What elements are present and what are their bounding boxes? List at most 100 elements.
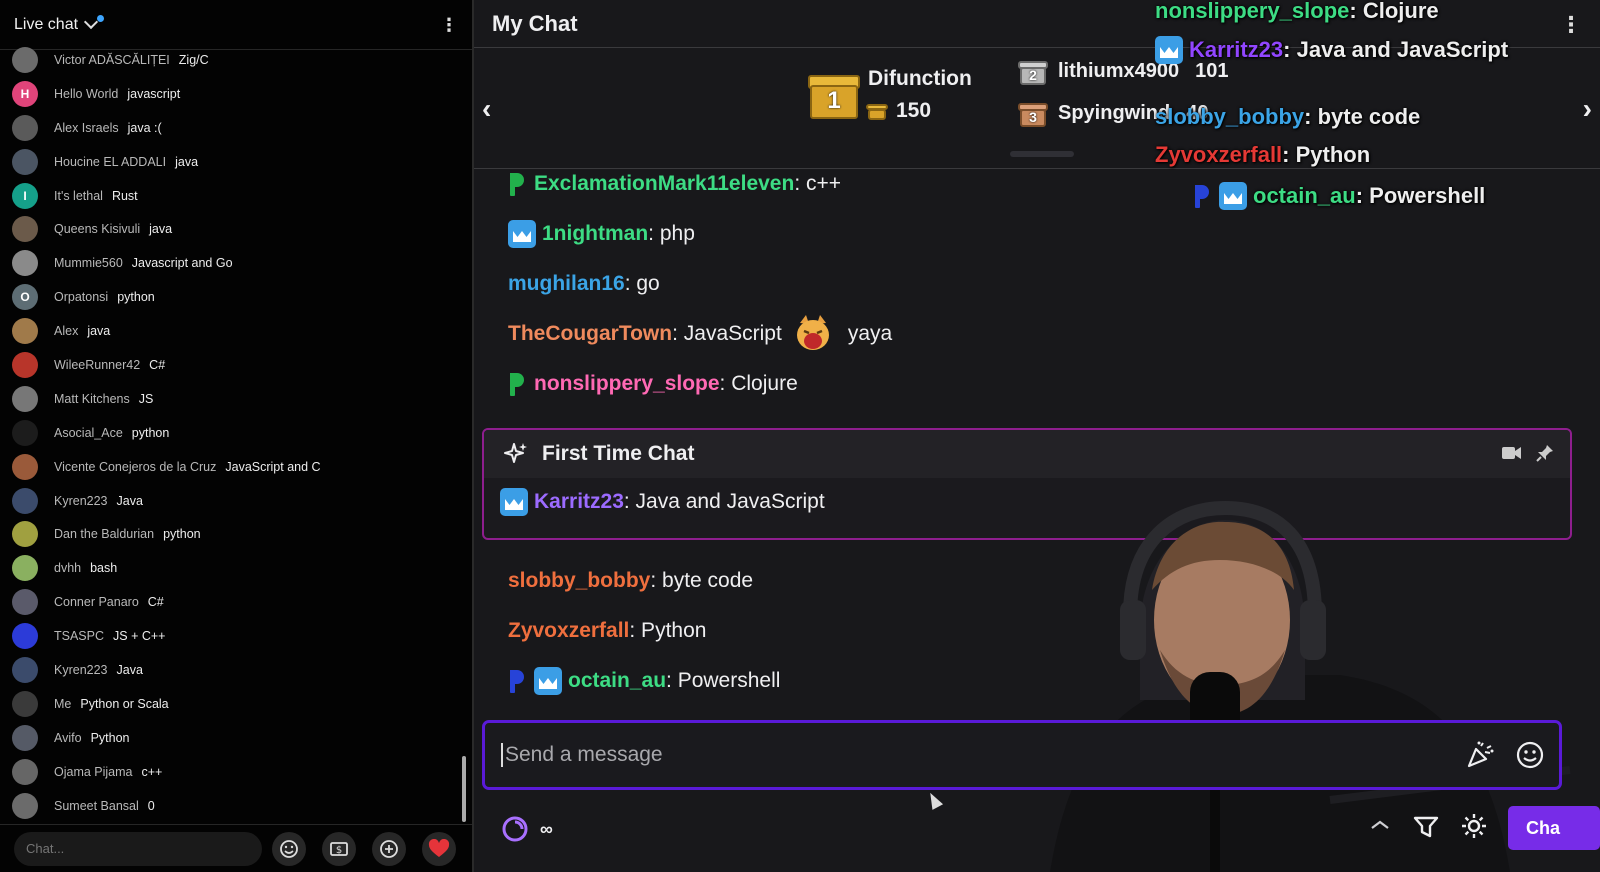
first-time-chat-username[interactable]: Karritz23	[534, 490, 624, 514]
avatar[interactable]	[12, 521, 38, 548]
overlay-text: : Clojure	[1349, 0, 1439, 23]
author-name[interactable]: Matt Kitchens	[54, 392, 130, 406]
settings-icon[interactable]	[1460, 812, 1488, 840]
add-button[interactable]	[372, 831, 406, 866]
avatar[interactable]	[12, 46, 38, 73]
message-text: Java	[116, 493, 143, 508]
avatar[interactable]	[12, 216, 38, 243]
message-text: java	[87, 324, 111, 339]
chat-send-button[interactable]: Cha	[1508, 806, 1600, 850]
overlay-message: Zyvoxzerfall: Python	[1155, 142, 1370, 168]
author-name[interactable]: Queens Kisivuli	[54, 222, 140, 236]
prime-badge-icon	[508, 171, 524, 197]
author-name[interactable]: Sumeet Bansal	[54, 799, 139, 813]
heart-reaction-button[interactable]	[422, 831, 456, 866]
overlay-text: : Powershell	[1355, 183, 1486, 208]
author-name[interactable]: Alex	[54, 324, 78, 338]
smiley-icon[interactable]	[1515, 740, 1545, 770]
live-chat-message: I It's lethal Rust	[0, 179, 470, 213]
more-options-icon[interactable]: ⋮	[440, 16, 458, 34]
author-name[interactable]: WileeRunner42	[54, 358, 140, 372]
live-chat-message: O Orpatonsi python	[0, 280, 470, 314]
avatar[interactable]	[12, 656, 38, 683]
avatar[interactable]	[12, 318, 38, 345]
avatar[interactable]	[12, 690, 38, 717]
chat-message: 1nightman: php	[508, 220, 695, 248]
author-name[interactable]: Mummie560	[54, 256, 123, 270]
author-name[interactable]: Avifo	[54, 731, 82, 745]
author-name[interactable]: Hello World	[54, 87, 118, 101]
leaderboard-pager[interactable]	[1010, 151, 1074, 157]
chat-username[interactable]: slobby_bobby	[508, 569, 650, 593]
chat-username[interactable]: 1nightman	[542, 222, 648, 246]
leaderboard-first-name: Difunction	[868, 67, 972, 90]
chevron-left-icon[interactable]: ‹	[482, 93, 491, 125]
chat-username[interactable]: mughilan16	[508, 272, 625, 296]
author-name[interactable]: Conner Panaro	[54, 595, 139, 609]
chat-username[interactable]: nonslippery_slope	[534, 372, 720, 396]
author-name[interactable]: Kyren223	[54, 663, 108, 677]
avatar[interactable]	[12, 148, 38, 175]
author-name[interactable]: TSASPC	[54, 629, 104, 643]
send-message-input[interactable]: Send a message	[482, 720, 1562, 790]
author-name[interactable]: Victor ADĂSCĂLIȚEI	[54, 53, 170, 67]
leaderboard-icon[interactable]	[1412, 812, 1440, 840]
chat-text-after-emote: yaya	[847, 322, 893, 345]
avatar[interactable]	[12, 114, 38, 141]
avatar[interactable]	[12, 453, 38, 480]
super-chat-button[interactable]: $	[322, 831, 356, 866]
chat-message: mughilan16: go	[508, 270, 660, 298]
author-name[interactable]: Asocial_Ace	[54, 426, 123, 440]
author-name[interactable]: It's lethal	[54, 189, 103, 203]
avatar[interactable]	[12, 385, 38, 412]
avatar[interactable]: I	[12, 182, 38, 209]
author-name[interactable]: Ojama Pijama	[54, 765, 133, 779]
party-popper-icon[interactable]	[1465, 740, 1495, 770]
leaderboard-first[interactable]: 1 Difunction 150	[808, 67, 972, 123]
video-icon[interactable]	[1502, 446, 1522, 460]
avatar[interactable]	[12, 589, 38, 616]
chat-input[interactable]	[14, 831, 262, 866]
chat-username[interactable]: TheCougarTown	[508, 322, 672, 346]
live-chat-message: H Hello World javascript	[0, 77, 470, 111]
message-text: 0	[147, 798, 155, 813]
chat-username[interactable]: ExclamationMark11eleven	[534, 172, 794, 196]
pin-icon[interactable]	[1536, 444, 1554, 462]
author-name[interactable]: Kyren223	[54, 494, 108, 508]
author-name[interactable]: dvhh	[54, 561, 81, 575]
author-name[interactable]: Dan the Baldurian	[54, 527, 154, 541]
chat-username[interactable]: Zyvoxzerfall	[508, 619, 629, 643]
live-chat-message: Ojama Pijama c++	[0, 755, 470, 789]
author-name[interactable]: Houcine EL ADDALI	[54, 155, 166, 169]
chevron-down-icon[interactable]	[83, 14, 99, 30]
avatar[interactable]: H	[12, 80, 38, 107]
overlay-username: Karritz23	[1189, 37, 1284, 62]
overlay-text: : Java and JavaScript	[1283, 37, 1509, 62]
avatar[interactable]	[12, 555, 38, 582]
message-text: c++	[141, 764, 163, 779]
author-name[interactable]: Orpatonsi	[54, 290, 108, 304]
author-name[interactable]: Vicente Conejeros de la Cruz	[54, 460, 216, 474]
live-chat-message: WileeRunner42 C#	[0, 348, 470, 382]
collapse-icon[interactable]	[1368, 816, 1392, 836]
avatar[interactable]	[12, 758, 38, 785]
channel-points[interactable]: ∞	[500, 814, 553, 844]
scrollbar[interactable]	[462, 756, 466, 822]
avatar[interactable]	[12, 623, 38, 650]
overlay-username: Zyvoxzerfall	[1155, 142, 1283, 167]
avatar[interactable]	[12, 419, 38, 446]
first-time-chat-tools	[1502, 444, 1554, 462]
live-chat-title[interactable]: Live chat	[14, 16, 78, 34]
chat-username[interactable]: octain_au	[568, 669, 666, 693]
author-name[interactable]: Me	[54, 697, 71, 711]
first-time-chat-message: Karritz23 : Java and JavaScript	[500, 488, 825, 516]
emoji-button[interactable]	[272, 831, 306, 866]
avatar[interactable]	[12, 724, 38, 751]
avatar[interactable]	[12, 792, 38, 819]
avatar[interactable]	[12, 250, 38, 277]
avatar[interactable]	[12, 487, 38, 514]
leaderboard-first-count-value: 150	[896, 99, 932, 122]
avatar[interactable]	[12, 351, 38, 378]
author-name[interactable]: Alex Israels	[54, 121, 119, 135]
avatar[interactable]: O	[12, 284, 38, 311]
